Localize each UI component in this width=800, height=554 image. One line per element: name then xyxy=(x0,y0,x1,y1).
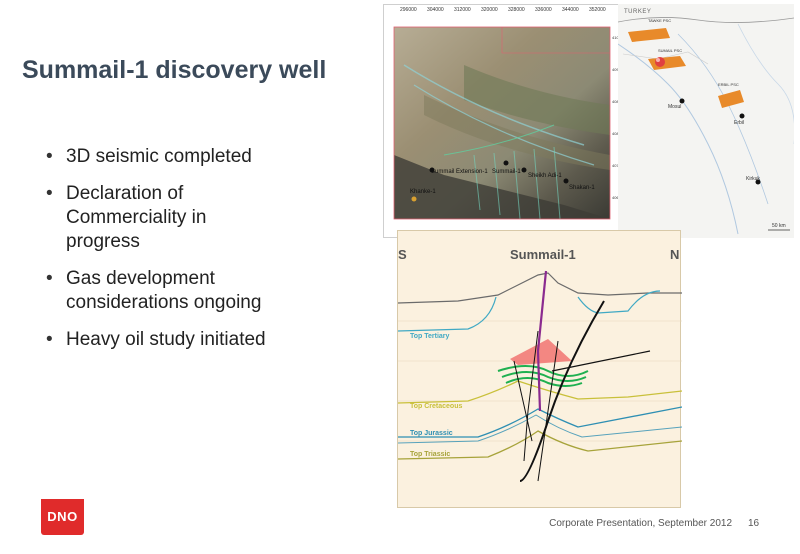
well-label: Khanke-1 xyxy=(410,189,436,195)
block-label: ERBIL PSC xyxy=(718,82,739,87)
page-number: 16 xyxy=(748,518,760,529)
satellite-image xyxy=(393,26,611,220)
map-tick-label: 312000 xyxy=(454,7,471,13)
block-label: SUMAIL PSC xyxy=(658,48,683,53)
satellite-map: 296000 304000 312000 320000 328000 33600… xyxy=(383,4,628,238)
city-label: Mosul xyxy=(668,104,682,110)
horizon-label: Top Cretaceous xyxy=(410,403,463,410)
horizon-label: Top Jurassic xyxy=(410,430,453,437)
city-label: Kirkuk xyxy=(746,176,760,182)
bullet-list: 3D seismic completed Declaration of Comm… xyxy=(46,145,346,365)
map-tick-label: 352000 xyxy=(589,7,606,13)
scale-label: 50 km xyxy=(772,223,786,229)
country-label: TURKEY xyxy=(624,9,652,15)
cross-section: S Summail-1 N Top Tertiary Top Cretaceou… xyxy=(397,230,682,508)
map-tick-label: 320000 xyxy=(481,7,498,13)
city-label: Erbil xyxy=(734,120,745,126)
map-tick-label: 296000 xyxy=(400,7,417,13)
block-label: TAWKE PSC xyxy=(648,18,672,23)
location-map: TURKEY TAWKE PSC SUMAIL PSC ERBIL PSC Mo… xyxy=(618,4,794,238)
section-well-label: Summail-1 xyxy=(510,247,576,262)
cross-section-drawing xyxy=(398,270,682,482)
slide-title: Summail-1 discovery well xyxy=(22,56,327,84)
dno-logo: DNO xyxy=(41,499,84,535)
map-tick-label: 336000 xyxy=(535,7,552,13)
bullet-item: Declaration of Commerciality in progress xyxy=(46,182,246,254)
bullet-item: Heavy oil study initiated xyxy=(46,328,346,352)
map-tick-label: 344000 xyxy=(562,7,579,13)
well-label: Sheikh Adi-1 xyxy=(528,173,562,179)
map-tick-label: 304000 xyxy=(427,7,444,13)
logo-text: DNO xyxy=(47,509,78,524)
well-label: Summail Extension-1 xyxy=(431,169,488,175)
bullet-item: Gas development considerations ongoing xyxy=(46,267,306,315)
footer-text: Corporate Presentation, September 2012 xyxy=(549,518,732,529)
horizon-label: Top Triassic xyxy=(410,451,451,458)
section-south-label: S xyxy=(398,247,407,262)
section-north-label: N xyxy=(670,247,680,262)
bullet-item: 3D seismic completed xyxy=(46,145,346,169)
horizon-label: Top Tertiary xyxy=(410,333,450,340)
well-label: Summail-1 xyxy=(492,169,521,175)
well-label: Shakan-1 xyxy=(569,185,595,191)
location-map-drawing xyxy=(618,17,794,235)
map-tick-label: 328000 xyxy=(508,7,525,13)
